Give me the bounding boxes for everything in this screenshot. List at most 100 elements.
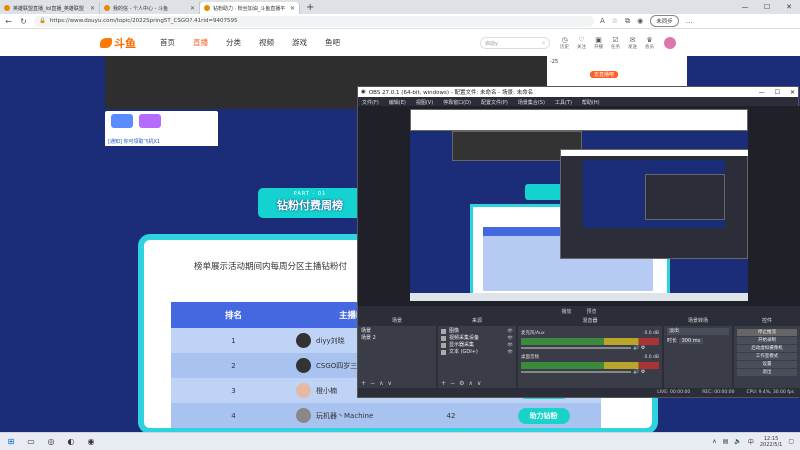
nav-live[interactable]: 直播 [193, 37, 208, 48]
user-avatar[interactable] [664, 36, 676, 49]
avatar[interactable] [296, 333, 311, 348]
chevron-up-icon[interactable]: ∧ [712, 438, 716, 445]
nav-category[interactable]: 分类 [226, 37, 241, 48]
scene-item[interactable]: 场景 [361, 328, 433, 335]
close-window-icon[interactable]: ✕ [778, 3, 800, 11]
menu-tools[interactable]: 工具(T) [555, 99, 572, 106]
down-icon[interactable]: ∨ [387, 380, 391, 387]
gift-item[interactable] [111, 114, 133, 128]
browser-tab-1[interactable]: 英雄联盟直播_lol直播_英雄联盟 ✕ [0, 2, 100, 14]
new-tab-button[interactable]: + [300, 2, 320, 13]
menu-edit[interactable]: 编辑(E) [389, 99, 406, 106]
speaker-icon[interactable]: 🔊 [633, 369, 639, 375]
start-recording-button[interactable]: 开始录制 [737, 337, 797, 344]
minimize-icon[interactable]: — [759, 89, 765, 96]
favorite-star-icon[interactable]: ☆ [612, 17, 618, 25]
notification-icon[interactable]: ▢ [788, 438, 794, 445]
tool-follow[interactable]: ♡ 关注 [577, 36, 586, 50]
add-icon[interactable]: + [441, 380, 446, 387]
volume-slider[interactable] [521, 371, 632, 373]
settings-gear-icon[interactable]: ⚙ [641, 369, 645, 375]
up-icon[interactable]: ∧ [468, 380, 472, 387]
douyu-logo[interactable]: 斗鱼 [100, 35, 150, 51]
menu-help[interactable]: 帮助(H) [582, 99, 600, 106]
read-aloud-icon[interactable]: A [600, 17, 605, 25]
tool-history[interactable]: ◷ 历史 [560, 36, 569, 50]
visibility-icon[interactable]: 👁 [507, 342, 513, 349]
source-item[interactable]: 图像 👁 [441, 328, 513, 335]
search-icon[interactable]: ⌕ [542, 40, 545, 46]
tool-broadcast[interactable]: ▣ 开播 [594, 36, 603, 50]
streamer-name[interactable]: CSGO四岁三 [316, 361, 357, 371]
gift-item[interactable] [139, 114, 161, 128]
visibility-icon[interactable]: 👁 [507, 328, 513, 335]
close-icon[interactable]: ✕ [790, 89, 795, 96]
streamer-name[interactable]: diyy刘晓 [316, 336, 345, 346]
input-language[interactable]: 中 [748, 437, 754, 446]
tool-vip[interactable]: ♛ 会员 [645, 36, 654, 50]
maximize-icon[interactable]: ☐ [775, 89, 780, 96]
nav-game[interactable]: 游戏 [292, 37, 307, 48]
file-explorer-icon[interactable]: ▭ [26, 437, 36, 447]
source-item[interactable]: 视频采集设备 👁 [441, 335, 513, 342]
add-icon[interactable]: + [361, 380, 366, 387]
menu-docks[interactable]: 停靠窗口(D) [443, 99, 471, 106]
play-label[interactable]: 播放 [561, 308, 571, 315]
close-icon[interactable]: ✕ [190, 5, 195, 12]
windows-start-icon[interactable]: ⊞ [6, 437, 16, 447]
back-icon[interactable]: ← [4, 17, 13, 26]
help-diamond-button[interactable]: 助力钻粉 [517, 407, 570, 424]
streamer-name[interactable]: 橙小楠 [316, 386, 337, 396]
avatar[interactable] [296, 383, 311, 398]
minimize-icon[interactable]: — [734, 3, 756, 11]
close-icon[interactable]: ✕ [90, 5, 95, 12]
collections-icon[interactable]: ⧉ [625, 17, 630, 26]
nav-video[interactable]: 视频 [259, 37, 274, 48]
menu-profile[interactable]: 配置文件(P) [481, 99, 508, 106]
down-icon[interactable]: ∨ [477, 380, 481, 387]
up-icon[interactable]: ∧ [379, 380, 383, 387]
nav-yuba[interactable]: 鱼吧 [325, 37, 340, 48]
chrome-icon[interactable]: ◎ [46, 437, 56, 447]
maximize-icon[interactable]: ☐ [756, 3, 778, 11]
clock[interactable]: 12:15 2022/5/1 [760, 436, 782, 448]
duration-input[interactable]: 300 ms [678, 338, 704, 344]
close-icon[interactable]: ✕ [290, 5, 295, 12]
menu-scene-collection[interactable]: 场景集合(S) [518, 99, 545, 106]
url-bar[interactable]: 🔒 https://www.douyu.com/topic/2022Spring… [34, 15, 594, 27]
preview-label[interactable]: 预览 [587, 308, 597, 315]
go-live-button[interactable]: 去直播吧 [590, 71, 619, 78]
settings-gear-icon[interactable]: ⚙ [641, 345, 645, 351]
edge-icon[interactable]: ◐ [66, 437, 76, 447]
avatar[interactable] [296, 408, 311, 423]
profile-icon[interactable]: ◉ [637, 17, 643, 25]
visibility-icon[interactable]: 👁 [507, 335, 513, 342]
refresh-icon[interactable]: ↻ [19, 17, 28, 26]
streamer-name[interactable]: 玩机器丶Machine [316, 411, 373, 421]
search-input[interactable]: 启动y ⌕ [480, 36, 550, 49]
source-item[interactable]: 显示器采集 👁 [441, 342, 513, 349]
avatar[interactable] [296, 358, 311, 373]
visibility-icon[interactable]: 👁 [507, 349, 513, 356]
tool-task[interactable]: ☑ 任务 [611, 36, 620, 50]
volume-slider[interactable] [521, 347, 632, 349]
menu-view[interactable]: 视图(V) [416, 99, 433, 106]
scene-item[interactable]: 场景 2 [361, 335, 433, 342]
source-item[interactable]: 文本 (GDI+) 👁 [441, 349, 513, 356]
volume-icon[interactable]: 🔈 [734, 438, 741, 445]
browser-tab-3[interactable]: 钻粉助力 · 粉丝加油_斗鱼直播平 ✕ [200, 2, 300, 14]
studio-mode-button[interactable]: 工作室模式 [737, 353, 797, 360]
obs-icon[interactable]: ◉ [86, 437, 96, 447]
more-menu-icon[interactable]: … [686, 17, 693, 25]
remove-icon[interactable]: − [370, 380, 375, 387]
network-icon[interactable]: ▤ [723, 438, 729, 445]
settings-button[interactable]: 设置 [737, 361, 797, 368]
transition-select[interactable]: 淡出 [667, 328, 729, 335]
speaker-icon[interactable]: 🔊 [633, 345, 639, 351]
remove-icon[interactable]: − [450, 380, 455, 387]
nav-home[interactable]: 首页 [160, 37, 175, 48]
obs-preview[interactable] [358, 106, 800, 306]
exit-button[interactable]: 退出 [737, 369, 797, 376]
tool-send[interactable]: ✉ 发送 [628, 36, 637, 50]
sync-button[interactable]: 未同步 [650, 15, 679, 27]
